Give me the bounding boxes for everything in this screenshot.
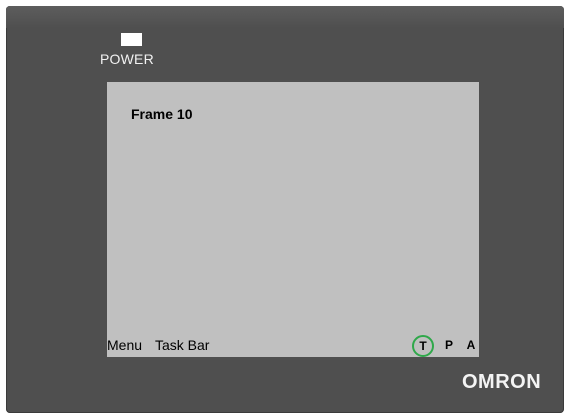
mode-a-button[interactable]: A (463, 337, 479, 353)
bezel-top-sheen (6, 6, 564, 28)
power-label: POWER (100, 51, 154, 67)
touch-screen[interactable]: Frame 10 Menu Task Bar T P A (107, 82, 479, 357)
power-led-indicator (121, 33, 142, 46)
taskbar: Menu Task Bar T P A (107, 333, 479, 357)
mode-p-button[interactable]: P (441, 337, 457, 353)
task-bar-button[interactable]: Task Bar (155, 337, 209, 353)
mode-t-button[interactable]: T (412, 335, 434, 357)
hmi-device-bezel: POWER Frame 10 Menu Task Bar T P A OMRON (6, 6, 564, 413)
menu-button[interactable]: Menu (107, 337, 142, 353)
frame-title: Frame 10 (131, 106, 193, 122)
omron-logo: OMRON (462, 371, 542, 393)
